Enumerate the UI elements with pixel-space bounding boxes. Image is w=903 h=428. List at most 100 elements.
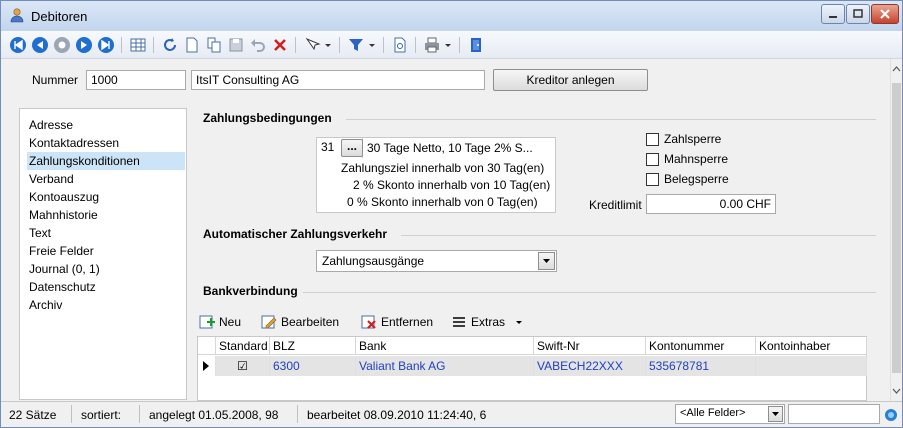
chevron-down-icon xyxy=(772,412,779,416)
table-view-icon[interactable] xyxy=(129,36,147,54)
stop-icon[interactable] xyxy=(53,36,71,54)
col-header-kontoinhaber[interactable]: Kontoinhaber xyxy=(756,337,867,355)
belegsperre-label: Belegsperre xyxy=(664,172,729,186)
bankverbindung-heading: Bankverbindung xyxy=(203,284,298,298)
cell-blz: 6300 xyxy=(270,356,356,376)
nav-item-datenschutz[interactable]: Datenschutz xyxy=(27,278,185,296)
mahnsperre-checkbox[interactable] xyxy=(646,153,659,166)
zahlungsverkehr-dropdown-button[interactable] xyxy=(538,252,555,270)
last-record-icon[interactable] xyxy=(97,36,115,54)
modified-info: bearbeitet 08.09.2010 11:24:40, 6 xyxy=(307,408,487,422)
maximize-button[interactable] xyxy=(846,4,870,24)
nav-item-mahnhistorie[interactable]: Mahnhistorie xyxy=(27,206,185,224)
cell-kontoinhaber xyxy=(756,356,867,376)
bank-toolbar: Neu Bearbeiten Entfernen Extras xyxy=(197,311,867,335)
window-title: Debitoren xyxy=(31,9,88,24)
save-icon[interactable] xyxy=(227,36,245,54)
nummer-label: Nummer xyxy=(32,73,79,87)
kreditlimit-label: Kreditlimit xyxy=(589,198,642,212)
cell-bank: Valiant Bank AG xyxy=(356,356,534,376)
search-field-select[interactable]: <Alle Felder> xyxy=(675,404,785,424)
record-header: Nummer 1000 ItsIT Consulting AG Kreditor… xyxy=(1,59,891,107)
content-panel: Zahlungsbedingungen 31 ... 30 Tage Netto… xyxy=(191,107,891,401)
add-icon xyxy=(199,315,215,329)
zahlungsbedingungen-heading: Zahlungsbedingungen xyxy=(203,111,332,125)
nav-item-zahlungskonditionen[interactable]: Zahlungskonditionen xyxy=(27,152,185,170)
bank-bearbeiten-button[interactable]: Bearbeiten xyxy=(261,313,351,333)
print-icon[interactable] xyxy=(423,36,441,54)
undo-icon[interactable] xyxy=(249,36,267,54)
col-header-bank[interactable]: Bank xyxy=(356,337,534,355)
copy-icon[interactable] xyxy=(205,36,223,54)
zahlungsbedingung-description: 30 Tage Netto, 10 Tage 2% S... xyxy=(367,141,533,155)
section-nav: Adresse Kontaktadressen Zahlungskonditio… xyxy=(19,108,187,400)
auto-zahlungsverkehr-heading: Automatischer Zahlungsverkehr xyxy=(203,227,388,241)
scrollbar-thumb[interactable] xyxy=(892,83,901,373)
nav-item-adresse[interactable]: Adresse xyxy=(27,116,185,134)
row-header-corner xyxy=(198,337,216,355)
chevron-down-icon[interactable] xyxy=(891,385,902,397)
debitoren-window: Debitoren Nummer 1000 ItsIT Consulting A… xyxy=(0,0,903,428)
col-header-kontonummer[interactable]: Kontonummer xyxy=(646,337,756,355)
kreditlimit-field[interactable]: 0.00 CHF xyxy=(646,194,776,214)
col-header-standard[interactable]: Standard xyxy=(216,337,270,355)
next-record-icon[interactable] xyxy=(75,36,93,54)
nav-item-kontaktadressen[interactable]: Kontaktadressen xyxy=(27,134,185,152)
col-header-swift[interactable]: Swift-Nr xyxy=(534,337,646,355)
search-field-dropdown-button[interactable] xyxy=(768,406,783,422)
document-search-icon[interactable] xyxy=(391,36,409,54)
vertical-scrollbar[interactable] xyxy=(890,59,902,401)
bank-entfernen-button[interactable]: Entfernen xyxy=(361,313,441,333)
chevron-down-icon xyxy=(543,259,550,263)
refresh-icon[interactable] xyxy=(161,36,179,54)
zahlungsziel-text: Zahlungsziel innerhalb von 30 Tag(en) xyxy=(341,161,545,175)
kreditor-anlegen-button[interactable]: Kreditor anlegen xyxy=(493,69,648,91)
cell-swift: VABECH22XXX xyxy=(534,356,646,376)
zahlsperre-checkbox[interactable] xyxy=(646,133,659,146)
nav-item-verband[interactable]: Verband xyxy=(27,170,185,188)
nav-item-freie-felder[interactable]: Freie Felder xyxy=(27,242,185,260)
previous-record-icon[interactable] xyxy=(31,36,49,54)
chevron-down-icon[interactable] xyxy=(367,36,377,54)
mahnsperre-label: Mahnsperre xyxy=(664,152,729,166)
nav-item-journal[interactable]: Journal (0, 1) xyxy=(27,260,185,278)
nav-item-kontoauszug[interactable]: Kontoauszug xyxy=(27,188,185,206)
zahlungsverkehr-select[interactable]: Zahlungsausgänge xyxy=(316,250,557,272)
first-record-icon[interactable] xyxy=(9,36,27,54)
row-indicator xyxy=(198,356,216,376)
delete-icon[interactable] xyxy=(271,36,289,54)
exit-door-icon[interactable] xyxy=(467,36,485,54)
search-go-icon[interactable] xyxy=(883,407,899,423)
chevron-down-icon xyxy=(516,321,522,324)
title-bar[interactable]: Debitoren xyxy=(1,1,902,31)
customer-name-field[interactable]: ItsIT Consulting AG xyxy=(191,70,485,90)
selection-tool-icon[interactable] xyxy=(303,36,321,54)
bank-extras-button[interactable]: Extras xyxy=(451,313,531,333)
users-icon xyxy=(10,8,24,23)
cell-standard[interactable]: ☑ xyxy=(216,356,270,376)
close-button[interactable] xyxy=(871,4,899,24)
cell-kontonummer: 535678781 xyxy=(646,356,756,376)
col-header-blz[interactable]: BLZ xyxy=(270,337,356,355)
status-bar: 22 Sätze sortiert: angelegt 01.05.2008, … xyxy=(1,401,902,427)
chevron-down-icon[interactable] xyxy=(443,36,453,54)
zahlungscode-lookup-button[interactable]: ... xyxy=(341,139,363,157)
filter-icon[interactable] xyxy=(347,36,365,54)
new-document-icon[interactable] xyxy=(183,36,201,54)
chevron-down-icon[interactable] xyxy=(323,36,333,54)
nav-item-archiv[interactable]: Archiv xyxy=(27,296,185,314)
bank-entfernen-label: Entfernen xyxy=(381,315,434,329)
edit-icon xyxy=(261,315,277,329)
search-input[interactable] xyxy=(788,404,880,424)
belegsperre-checkbox[interactable] xyxy=(646,173,659,186)
minimize-button[interactable] xyxy=(821,4,845,24)
skonto1-text: 2 % Skonto innerhalb von 10 Tag(en) xyxy=(353,178,551,192)
main-toolbar xyxy=(1,31,902,59)
sort-label: sortiert: xyxy=(81,408,122,422)
chevron-up-icon[interactable] xyxy=(891,63,902,75)
nav-item-text[interactable]: Text xyxy=(27,224,185,242)
current-row-arrow-icon xyxy=(203,361,209,371)
record-count: 22 Sätze xyxy=(9,408,57,422)
remove-icon xyxy=(361,315,376,329)
nummer-field[interactable]: 1000 xyxy=(86,70,186,90)
